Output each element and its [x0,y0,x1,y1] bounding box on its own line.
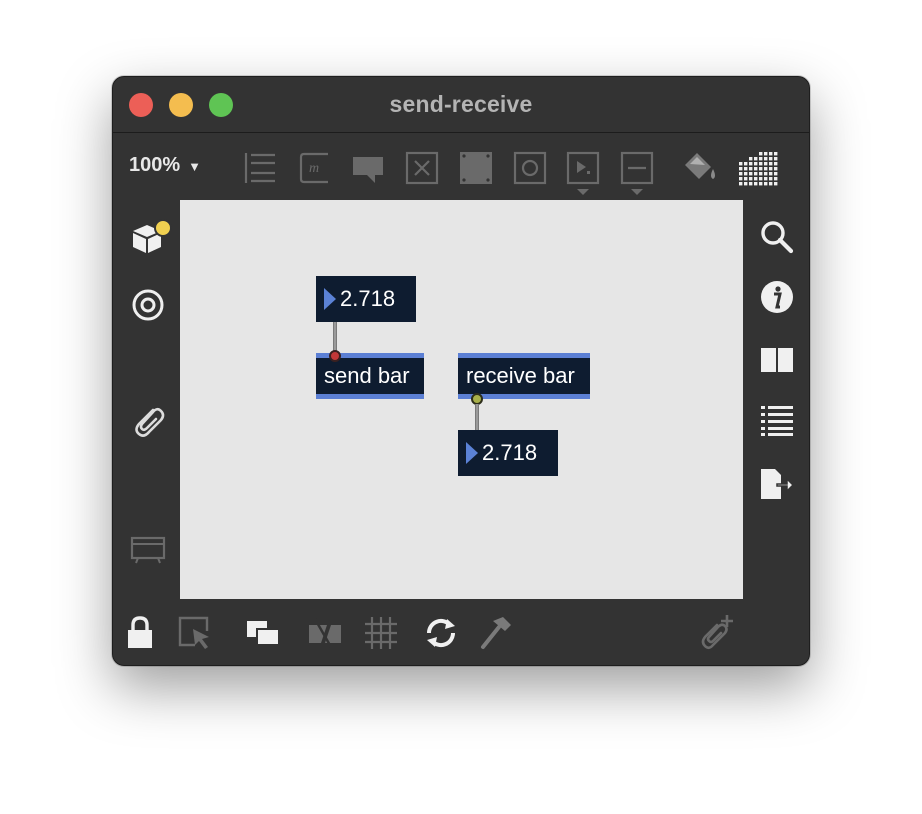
play-menu-icon[interactable] [566,151,602,197]
speech-bubble-icon[interactable] [351,153,385,185]
window-title: send-receive [389,91,533,117]
patcher-window: send-receive 100% ▼ m 2.718 send bar rec… [112,76,810,666]
grid-palette-icon[interactable] [737,150,781,188]
slider-menu-icon[interactable] [620,151,656,197]
list-icon[interactable] [759,403,795,437]
search-icon[interactable] [759,219,795,255]
hammer-icon[interactable] [479,615,513,651]
hide-icon[interactable] [307,617,343,649]
send-object-label: send bar [324,363,410,388]
svg-text:m: m [309,161,319,176]
refresh-icon[interactable] [423,615,459,651]
panel-icon[interactable] [459,151,493,185]
book-icon[interactable] [759,345,795,375]
add-clip-icon[interactable] [697,613,737,653]
chevron-down-icon: ▼ [188,159,202,174]
circle-button-icon[interactable] [513,151,547,185]
number-box-receive[interactable]: 2.718 [458,430,558,476]
send-number-value: 2.718 [340,286,396,311]
patcher-canvas[interactable]: 2.718 send bar receive bar 2.718 [180,200,743,599]
lock-icon[interactable] [125,615,155,651]
number-triangle-icon [466,442,478,464]
comment-m-icon[interactable]: m [298,151,330,185]
number-triangle-icon [324,288,336,310]
title-bar[interactable]: send-receive [113,77,809,133]
receive-object-label: receive bar [466,363,575,388]
inlet-connector[interactable] [329,350,341,362]
target-icon[interactable] [130,287,166,323]
paint-bucket-icon[interactable] [681,149,719,185]
zoom-level: 100% [129,154,181,176]
export-icon[interactable] [759,467,795,501]
select-icon[interactable] [177,615,213,651]
presentation-icon[interactable] [243,151,277,185]
grid-icon[interactable] [363,615,399,651]
overlap-windows-icon[interactable] [245,617,281,649]
receive-number-value: 2.718 [482,440,538,465]
paperclip-icon[interactable] [131,402,167,440]
presentation-frame-icon[interactable] [130,534,166,564]
info-icon[interactable] [759,279,795,315]
zoom-menu[interactable]: 100% ▼ [129,154,201,177]
number-box-send[interactable]: 2.718 [316,276,416,322]
toggle-x-icon[interactable] [405,151,439,185]
package-icon[interactable] [131,219,175,259]
